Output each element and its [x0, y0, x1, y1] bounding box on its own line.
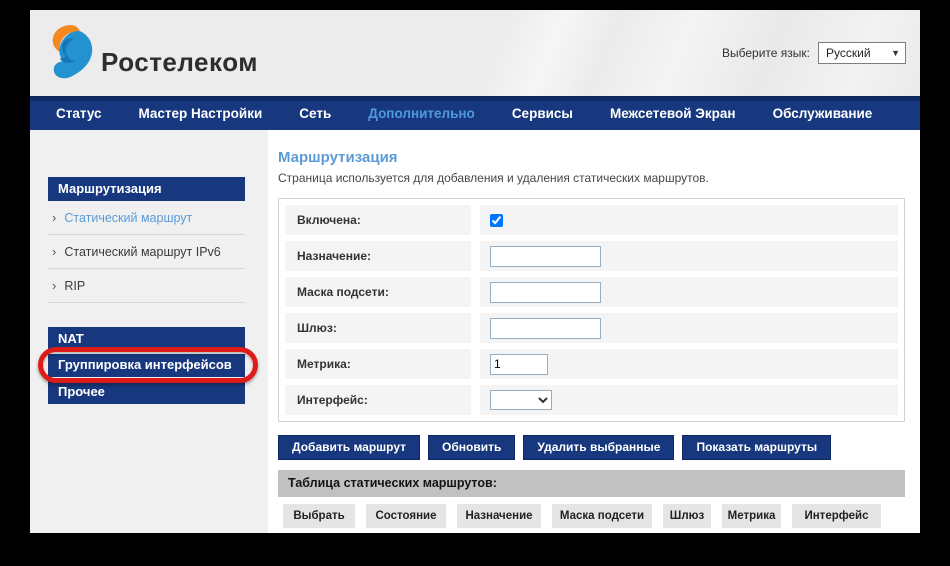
nav-item-maintenance[interactable]: Обслуживание — [773, 106, 873, 121]
form-row-metric: Метрика: — [285, 349, 898, 379]
nav-item-firewall[interactable]: Межсетевой Экран — [610, 106, 736, 121]
form-row-gateway: Шлюз: — [285, 313, 898, 343]
static-routes-table: Таблица статических маршрутов: Выбрать С… — [278, 470, 905, 528]
nav-item-wizard[interactable]: Мастер Настройки — [139, 106, 263, 121]
page-title: Маршрутизация — [278, 149, 920, 166]
router-admin-page: Ростелеком Выберите язык: Русский ▼ Стат… — [30, 10, 920, 533]
nav-item-network[interactable]: Сеть — [299, 106, 331, 121]
table-title: Таблица статических маршрутов: — [278, 470, 905, 497]
static-route-form: Включена: Назначение: Маска подсети: — [278, 198, 905, 422]
column-header-metric: Метрика — [722, 504, 781, 528]
language-area: Выберите язык: Русский ▼ — [722, 42, 906, 64]
sidebar-routing-links: › Статический маршрут › Статический марш… — [48, 201, 245, 303]
page-description: Страница используется для добавления и у… — [278, 171, 920, 185]
add-route-button[interactable]: Добавить маршрут — [278, 435, 420, 460]
rostelecom-logo-icon — [46, 22, 94, 85]
sidebar-item-static-route[interactable]: › Статический маршрут — [48, 201, 245, 235]
sidebar: Маршрутизация › Статический маршрут › Ст… — [30, 130, 268, 533]
sidebar-section-other[interactable]: Прочее — [48, 380, 245, 404]
arrow-right-icon: › — [52, 213, 56, 223]
sidebar-section-interface-grouping[interactable]: Группировка интерфейсов — [48, 354, 245, 377]
nav-item-advanced[interactable]: Дополнительно — [368, 106, 475, 121]
language-select[interactable]: Русский ▼ — [818, 42, 906, 64]
column-header-subnet-mask: Маска подсети — [552, 504, 652, 528]
form-row-enabled: Включена: — [285, 205, 898, 235]
sidebar-item-static-route-ipv6[interactable]: › Статический маршрут IPv6 — [48, 235, 245, 269]
arrow-right-icon: › — [52, 247, 56, 257]
delete-selected-button[interactable]: Удалить выбранные — [523, 435, 674, 460]
refresh-button[interactable]: Обновить — [428, 435, 515, 460]
destination-field[interactable] — [490, 246, 601, 267]
rostelecom-logo: Ростелеком — [46, 22, 258, 85]
show-routes-button[interactable]: Показать маршруты — [682, 435, 831, 460]
nav-item-services[interactable]: Сервисы — [512, 106, 573, 121]
column-header-interface: Интерфейс — [792, 504, 881, 528]
page-header: Ростелеком Выберите язык: Русский ▼ — [30, 10, 920, 96]
metric-field[interactable] — [490, 354, 548, 375]
column-header-select: Выбрать — [283, 504, 355, 528]
column-header-destination: Назначение — [457, 504, 541, 528]
nav-item-status[interactable]: Статус — [56, 106, 102, 121]
main-nav: Статус Мастер Настройки Сеть Дополнитель… — [30, 96, 920, 130]
chevron-down-icon: ▼ — [891, 48, 900, 58]
subnet-mask-field[interactable] — [490, 282, 601, 303]
arrow-right-icon: › — [52, 281, 56, 291]
form-row-subnet-mask: Маска подсети: — [285, 277, 898, 307]
language-selected-value: Русский — [826, 46, 871, 60]
enabled-checkbox[interactable] — [490, 214, 503, 227]
form-actions: Добавить маршрут Обновить Удалить выбран… — [278, 435, 920, 460]
interface-select[interactable] — [490, 390, 552, 410]
sidebar-section-nat[interactable]: NAT — [48, 327, 245, 351]
column-header-gateway: Шлюз — [663, 504, 711, 528]
sidebar-item-rip[interactable]: › RIP — [48, 269, 245, 303]
logo-wordmark: Ростелеком — [101, 47, 258, 78]
sidebar-section-routing[interactable]: Маршрутизация — [48, 177, 245, 201]
table-header-row: Выбрать Состояние Назначение Маска подсе… — [278, 504, 905, 528]
gateway-field[interactable] — [490, 318, 601, 339]
language-label: Выберите язык: — [722, 46, 810, 60]
form-row-interface: Интерфейс: — [285, 385, 898, 415]
form-row-destination: Назначение: — [285, 241, 898, 271]
main-content: Маршрутизация Страница используется для … — [268, 130, 920, 533]
column-header-state: Состояние — [366, 504, 446, 528]
